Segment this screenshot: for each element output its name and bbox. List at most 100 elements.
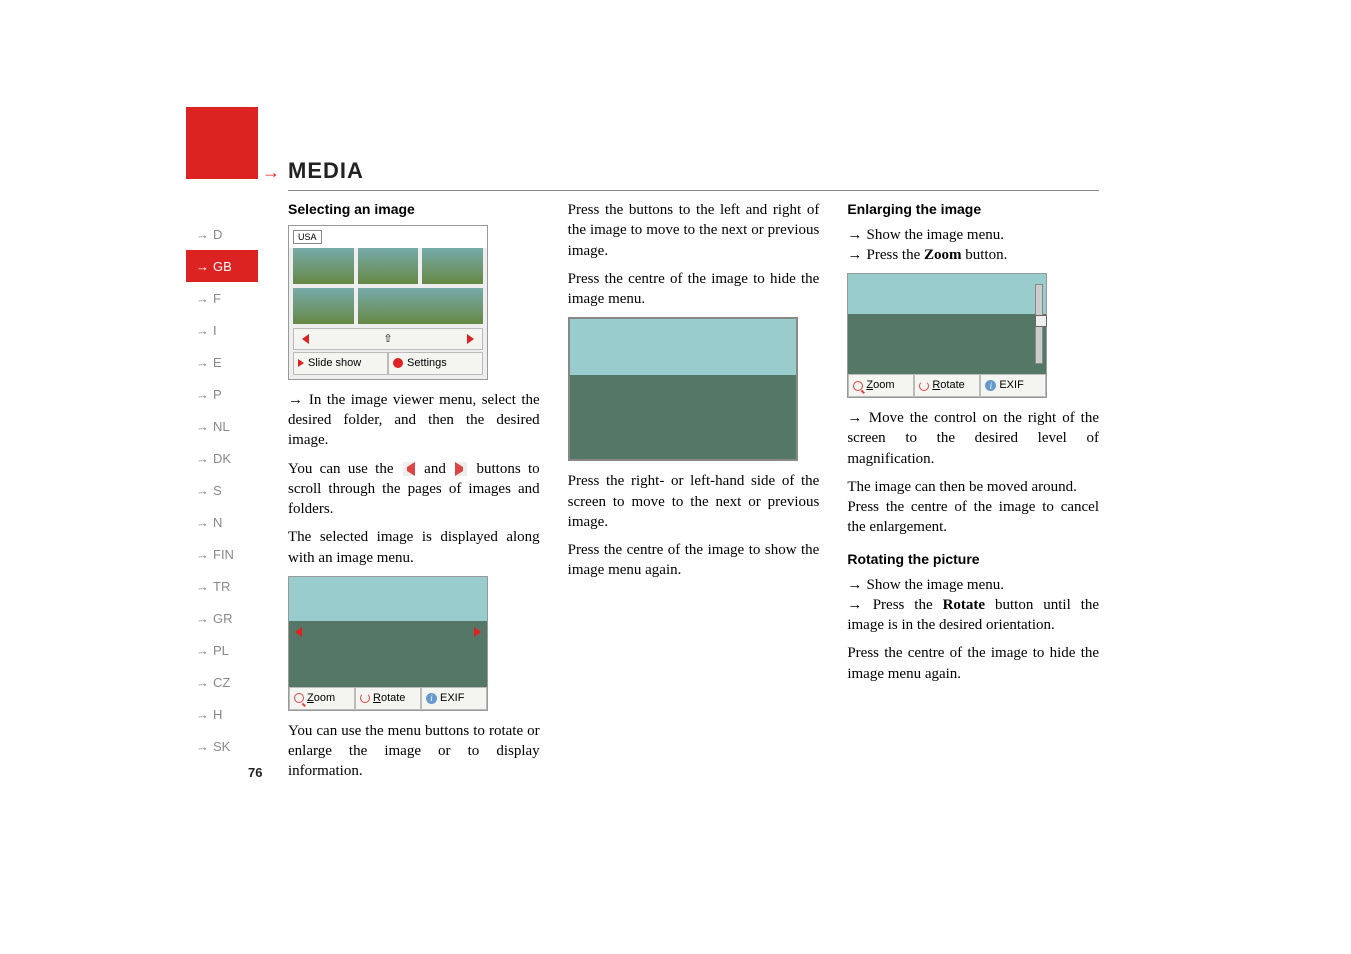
arrow-right-icon bbox=[474, 627, 481, 637]
settings-button: Settings bbox=[388, 352, 483, 375]
photo-preview bbox=[570, 319, 796, 459]
sidebar-item-s[interactable]: →S bbox=[186, 474, 258, 506]
zoom-button: Zoom bbox=[848, 374, 914, 397]
instruction-bullet: → Show the image menu. bbox=[847, 575, 1099, 595]
zoom-slider bbox=[1035, 284, 1043, 364]
paragraph: The image can then be moved around. bbox=[847, 477, 1099, 497]
instruction-bullet: → Move the control on the right of the s… bbox=[847, 408, 1099, 469]
sidebar-item-label: PL bbox=[213, 643, 229, 658]
bold-term: Rotate bbox=[943, 597, 985, 613]
paragraph: Press the centre of the image to show th… bbox=[568, 540, 820, 581]
arrow-left-icon bbox=[302, 334, 309, 344]
column-1: Selecting an image USA ⇧ Slide show bbox=[288, 200, 540, 789]
instruction-bullet: → Show the image menu. bbox=[847, 225, 1099, 245]
sidebar-item-dk[interactable]: →DK bbox=[186, 442, 258, 474]
thumbnail bbox=[293, 248, 354, 284]
sidebar-item-label: NL bbox=[213, 419, 230, 434]
sidebar-item-pl[interactable]: →PL bbox=[186, 634, 258, 666]
figure-fullscreen-image bbox=[568, 317, 798, 461]
arrow-right-icon bbox=[455, 462, 467, 476]
sidebar-item-tr[interactable]: →TR bbox=[186, 570, 258, 602]
button-label: Rotate bbox=[932, 378, 964, 393]
sidebar-item-cz[interactable]: →CZ bbox=[186, 666, 258, 698]
subheading-enlarging: Enlarging the image bbox=[847, 200, 1099, 219]
page-number: 76 bbox=[248, 765, 262, 780]
button-label: Slide show bbox=[308, 356, 361, 371]
exif-button: iEXIF bbox=[980, 374, 1046, 397]
header: MEDIA bbox=[186, 158, 1099, 191]
thumbnail bbox=[358, 248, 419, 284]
sidebar-item-label: SK bbox=[213, 739, 230, 754]
bold-term: Zoom bbox=[924, 247, 962, 263]
photo-preview bbox=[289, 577, 487, 687]
paragraph: Press the buttons to the left and right … bbox=[568, 200, 820, 261]
sidebar-item-d[interactable]: →D bbox=[186, 218, 258, 250]
arrow-left-icon bbox=[403, 462, 415, 476]
column-2: Press the buttons to the left and right … bbox=[568, 200, 820, 789]
button-label: Zoom bbox=[307, 691, 335, 706]
text-fragment: button. bbox=[962, 247, 1008, 263]
sidebar-item-p[interactable]: →P bbox=[186, 378, 258, 410]
sidebar-item-sk[interactable]: →SK bbox=[186, 730, 258, 762]
thumbnail bbox=[358, 288, 483, 324]
column-3: Enlarging the image → Show the image men… bbox=[847, 200, 1099, 789]
paragraph: Press the right- or left-hand side of th… bbox=[568, 471, 820, 532]
bullet-text: In the image viewer menu, select the des… bbox=[288, 392, 540, 449]
paragraph: You can use the menu buttons to rotate o… bbox=[288, 721, 540, 782]
paragraph: The selected image is displayed along wi… bbox=[288, 527, 540, 568]
paragraph: Press the centre of the image to hide th… bbox=[568, 269, 820, 310]
gear-icon bbox=[393, 358, 403, 368]
sidebar-item-label: N bbox=[213, 515, 222, 530]
info-icon: i bbox=[426, 693, 437, 704]
sidebar-item-i[interactable]: →I bbox=[186, 314, 258, 346]
sidebar-item-label: S bbox=[213, 483, 222, 498]
sidebar-item-label: FIN bbox=[213, 547, 234, 562]
sidebar-item-nl[interactable]: →NL bbox=[186, 410, 258, 442]
figure-image-display: Zoom Rotate iEXIF bbox=[288, 576, 488, 711]
button-label: Settings bbox=[407, 356, 447, 371]
paragraph: Press the centre of the image to hide th… bbox=[847, 643, 1099, 684]
magnifier-icon bbox=[853, 381, 863, 391]
sidebar-item-gr[interactable]: →GR bbox=[186, 602, 258, 634]
thumbnail bbox=[422, 248, 483, 284]
text-fragment: You can use the bbox=[288, 461, 401, 477]
play-icon bbox=[298, 359, 304, 367]
paragraph: You can use the and buttons to scroll th… bbox=[288, 459, 540, 520]
photo-preview bbox=[848, 274, 1046, 374]
sidebar-item-fin[interactable]: →FIN bbox=[186, 538, 258, 570]
sidebar-item-label: I bbox=[213, 323, 217, 338]
arrow-left-icon bbox=[295, 627, 302, 637]
sidebar-item-label: H bbox=[213, 707, 222, 722]
sidebar-item-label: D bbox=[213, 227, 222, 242]
section-title: MEDIA bbox=[288, 158, 1099, 191]
folder-up-icon: ⇧ bbox=[383, 332, 392, 347]
sidebar-item-f[interactable]: →F bbox=[186, 282, 258, 314]
language-sidebar: →D →GB →F →I →E →P →NL →DK →S →N →FIN →T… bbox=[186, 218, 258, 762]
button-label: EXIF bbox=[440, 691, 464, 706]
sidebar-item-e[interactable]: →E bbox=[186, 346, 258, 378]
rotate-button: Rotate bbox=[914, 374, 980, 397]
sidebar-item-label: GB bbox=[213, 259, 232, 274]
button-label: EXIF bbox=[999, 378, 1023, 393]
sidebar-item-label: DK bbox=[213, 451, 231, 466]
sidebar-item-label: E bbox=[213, 355, 222, 370]
info-icon: i bbox=[985, 380, 996, 391]
sidebar-item-label: F bbox=[213, 291, 221, 306]
paragraph: Press the centre of the image to cancel … bbox=[847, 497, 1099, 538]
button-label: Zoom bbox=[866, 378, 894, 393]
sidebar-item-gb[interactable]: →GB bbox=[186, 250, 258, 282]
subheading-selecting-image: Selecting an image bbox=[288, 200, 540, 219]
content-columns: Selecting an image USA ⇧ Slide show bbox=[288, 200, 1099, 789]
text-fragment: Press the bbox=[873, 597, 943, 613]
magnifier-icon bbox=[294, 693, 304, 703]
subheading-rotating: Rotating the picture bbox=[847, 550, 1099, 569]
sidebar-item-label: GR bbox=[213, 611, 233, 626]
sidebar-item-label: P bbox=[213, 387, 222, 402]
instruction-bullet: → Press the Zoom button. bbox=[847, 245, 1099, 265]
slide-show-button: Slide show bbox=[293, 352, 388, 375]
folder-label: USA bbox=[293, 230, 322, 244]
text-fragment: Press the bbox=[867, 247, 925, 263]
sidebar-item-n[interactable]: →N bbox=[186, 506, 258, 538]
sidebar-item-h[interactable]: →H bbox=[186, 698, 258, 730]
bullet-text: Show the image menu. bbox=[867, 577, 1004, 593]
